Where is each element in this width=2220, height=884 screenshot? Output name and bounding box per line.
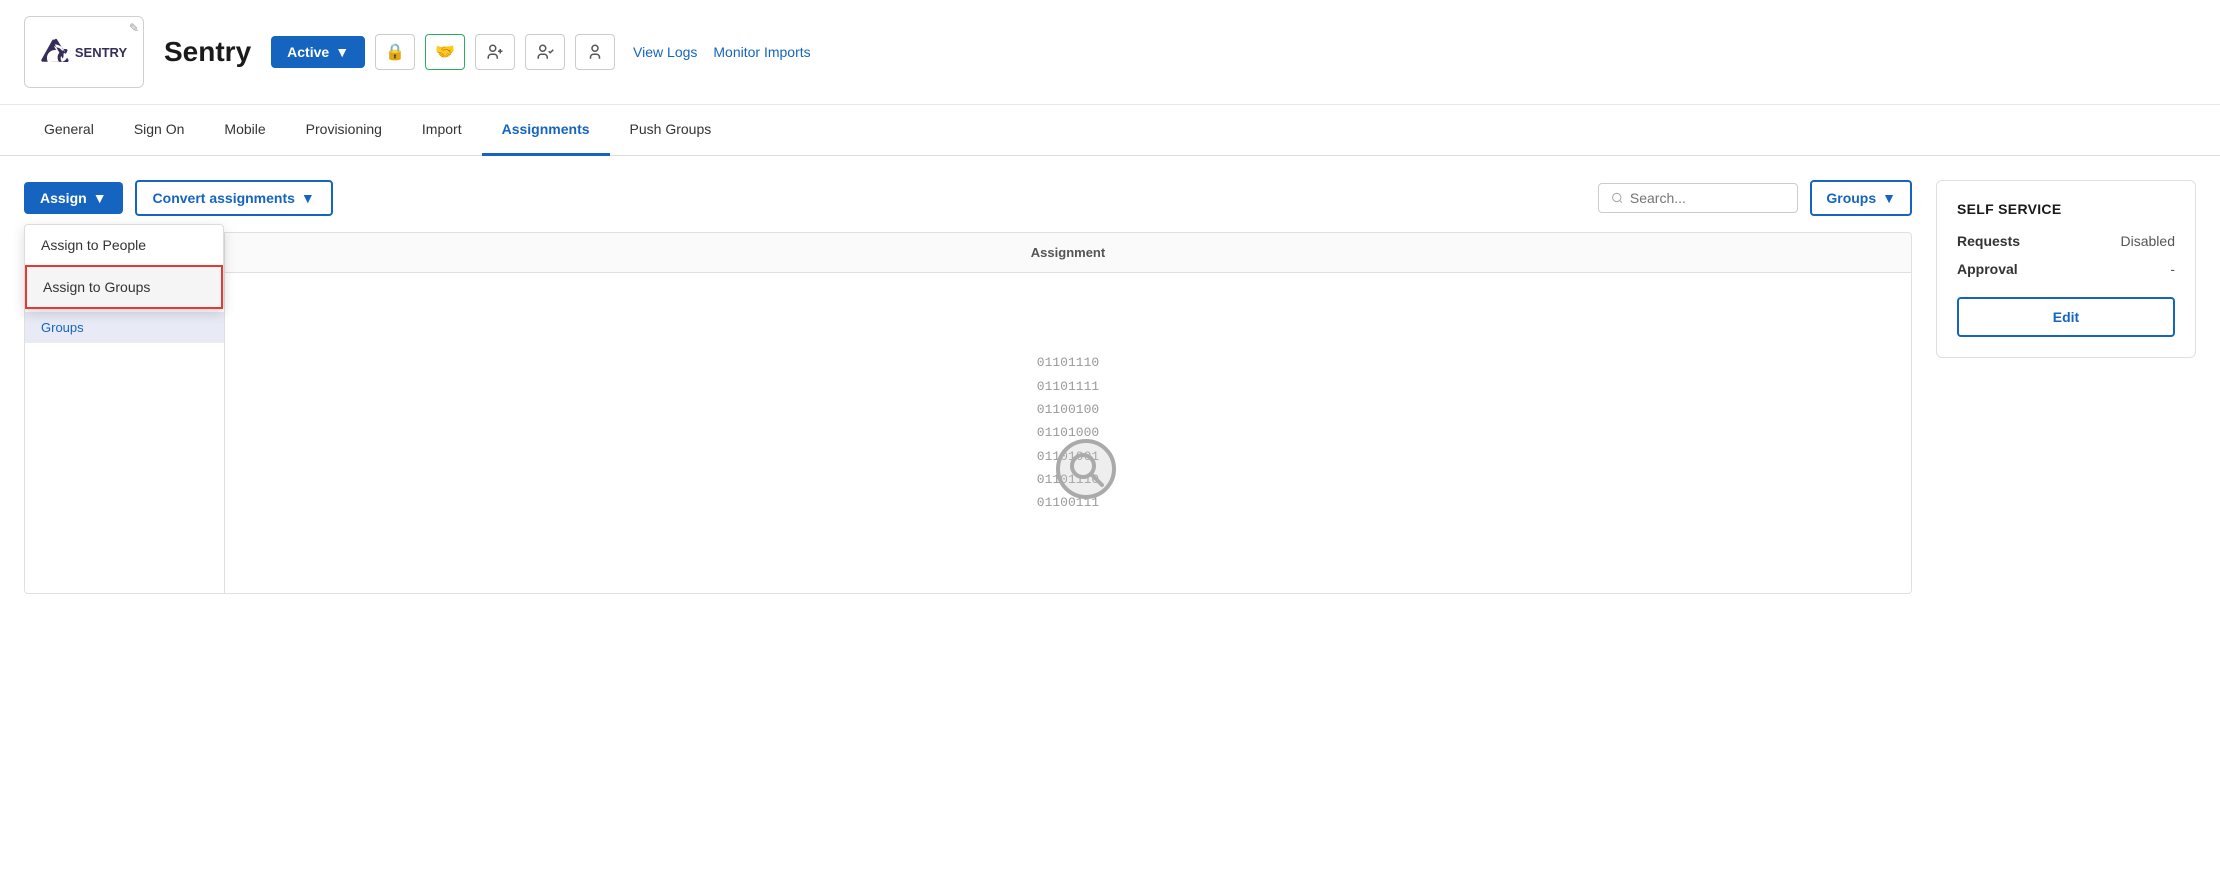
tab-assignments[interactable]: Assignments <box>482 105 610 156</box>
assign-to-people-item[interactable]: Assign to People <box>25 225 223 265</box>
toolbar: Assign ▼ Assign to People Assign to Grou… <box>24 180 1912 216</box>
requests-row: Requests Disabled <box>1957 233 2175 249</box>
self-service-title: SELF SERVICE <box>1957 201 2175 217</box>
filter-column: People Groups <box>25 273 225 593</box>
person-assign-icon <box>536 43 554 61</box>
lock-toolbar-icon[interactable]: 🔒 <box>375 34 415 70</box>
person-toolbar-icon[interactable] <box>575 34 615 70</box>
binary-line-2: 01101111 <box>1037 375 1099 398</box>
handshake-toolbar-icon[interactable]: 🤝 <box>425 34 465 70</box>
assign-label: Assign <box>40 190 87 206</box>
search-input[interactable] <box>1630 190 1785 206</box>
approval-label: Approval <box>1957 261 2018 277</box>
app-title: Sentry <box>164 36 251 68</box>
self-service-panel: SELF SERVICE Requests Disabled Approval … <box>1936 180 2196 358</box>
binary-line-1: 01101110 <box>1037 351 1099 374</box>
tab-general[interactable]: General <box>24 105 114 156</box>
convert-arrow: ▼ <box>301 190 315 206</box>
groups-label: Groups <box>1826 190 1876 206</box>
main-content: Assign ▼ Assign to People Assign to Grou… <box>0 156 2220 618</box>
edit-button[interactable]: Edit <box>1957 297 2175 337</box>
header-links: View Logs Monitor Imports <box>633 44 811 60</box>
logo-text: SENTRY <box>75 45 127 60</box>
header-controls: Active ▼ 🔒 🤝 View Logs Monitor Imports <box>271 34 810 70</box>
assignment-column: 01101110 01101111 01100100 01101000 0110… <box>225 273 1911 593</box>
person-add-toolbar-icon[interactable] <box>475 34 515 70</box>
status-arrow: ▼ <box>335 44 349 60</box>
logo-box: ✎ SENTRY <box>24 16 144 88</box>
groups-arrow: ▼ <box>1882 190 1896 206</box>
left-panel: Assign ▼ Assign to People Assign to Grou… <box>24 180 1912 594</box>
search-icon <box>1611 191 1624 205</box>
tab-provisioning[interactable]: Provisioning <box>286 105 402 156</box>
magnifier-icon <box>1056 439 1116 499</box>
table-header: Filter Assignment <box>25 233 1911 273</box>
nav-tabs: General Sign On Mobile Provisioning Impo… <box>0 105 2220 156</box>
assignments-table: Filter Assignment People Groups 01101110… <box>24 232 1912 594</box>
tab-mobile[interactable]: Mobile <box>204 105 285 156</box>
status-label: Active <box>287 44 329 60</box>
requests-value: Disabled <box>2121 233 2175 249</box>
monitor-imports-link[interactable]: Monitor Imports <box>713 44 810 60</box>
person-assign-toolbar-icon[interactable] <box>525 34 565 70</box>
assign-button[interactable]: Assign ▼ <box>24 182 123 214</box>
binary-line-3: 01100100 <box>1037 398 1099 421</box>
sentry-logo-icon <box>41 38 69 66</box>
table-body: People Groups 01101110 01101111 01100100… <box>25 273 1911 593</box>
groups-button[interactable]: Groups ▼ <box>1810 180 1912 216</box>
filter-groups[interactable]: Groups <box>25 312 224 343</box>
approval-value: - <box>2170 261 2175 277</box>
assign-to-groups-item[interactable]: Assign to Groups <box>25 265 223 309</box>
requests-label: Requests <box>1957 233 2020 249</box>
person-icon <box>586 43 604 61</box>
app-header: ✎ SENTRY Sentry Active ▼ 🔒 🤝 <box>0 0 2220 105</box>
convert-label: Convert assignments <box>153 190 295 206</box>
person-add-icon <box>486 43 504 61</box>
convert-assignments-button[interactable]: Convert assignments ▼ <box>135 180 333 216</box>
assign-arrow: ▼ <box>93 190 107 206</box>
status-button[interactable]: Active ▼ <box>271 36 365 68</box>
approval-row: Approval - <box>1957 261 2175 277</box>
edit-icon[interactable]: ✎ <box>129 21 139 35</box>
tab-push-groups[interactable]: Push Groups <box>610 105 732 156</box>
assignment-column-header: Assignment <box>225 233 1911 272</box>
view-logs-link[interactable]: View Logs <box>633 44 697 60</box>
logo-sentry: SENTRY <box>41 38 127 66</box>
assign-dropdown-menu: Assign to People Assign to Groups <box>24 224 224 310</box>
search-box <box>1598 183 1798 213</box>
tab-sign-on[interactable]: Sign On <box>114 105 205 156</box>
magnifier-svg <box>1066 449 1106 489</box>
tab-import[interactable]: Import <box>402 105 482 156</box>
